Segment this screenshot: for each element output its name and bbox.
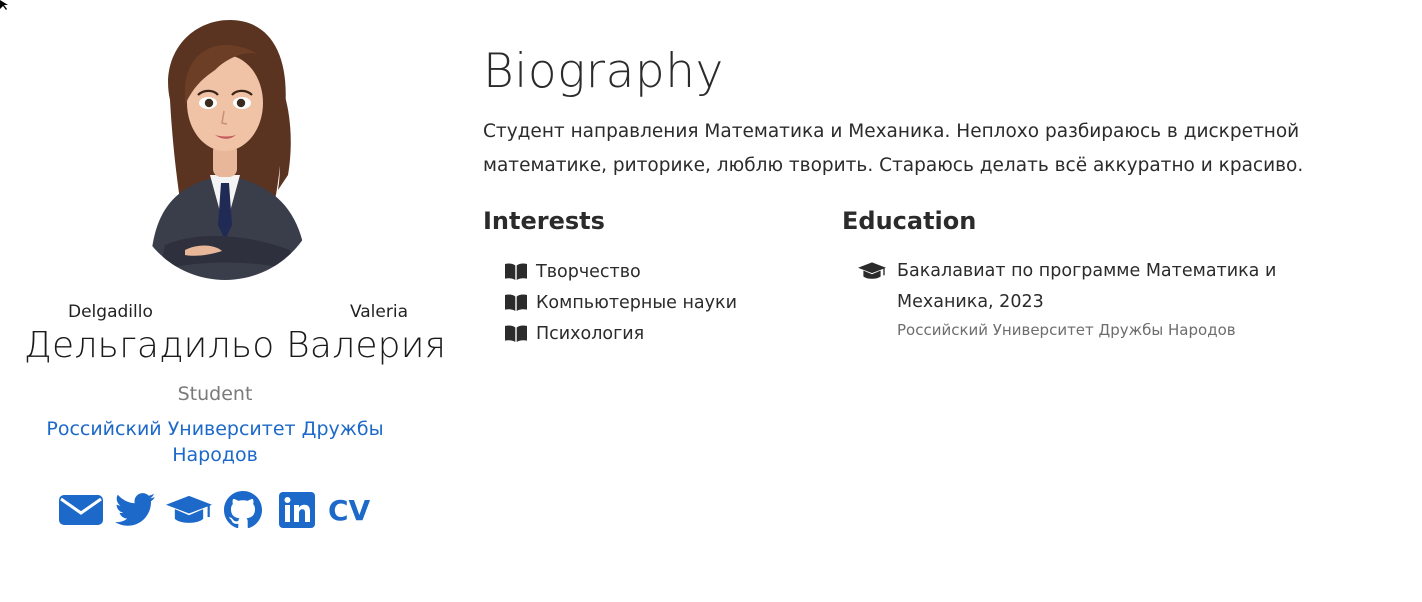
avatar (130, 15, 320, 280)
github-link[interactable] (220, 490, 266, 530)
scholar-link[interactable] (166, 490, 212, 530)
github-icon (224, 491, 262, 529)
name-parts: Delgadillo Valeria (68, 302, 408, 324)
book-icon (505, 263, 527, 281)
school-label: Российский Университет Дружбы Народов (897, 321, 1236, 339)
first-name: Valeria (349, 302, 408, 322)
education-title: Education (842, 207, 977, 235)
full-name: Дельгадильо Валерия (23, 325, 447, 366)
twitter-link[interactable] (112, 490, 158, 530)
interests-title: Interests (483, 207, 605, 235)
interest-label: Компьютерные науки (536, 292, 737, 313)
mouse-cursor-icon (0, 0, 8, 10)
list-item: Психология (505, 318, 737, 349)
cv-link[interactable]: CV (328, 490, 370, 530)
biography-text: Студент направления Математика и Механик… (483, 121, 1304, 176)
book-icon (505, 325, 527, 343)
interest-label: Творчество (536, 261, 641, 282)
graduation-cap-icon (166, 495, 212, 523)
list-item: Компьютерные науки (505, 287, 737, 318)
role-label: Student (177, 383, 253, 405)
graduation-cap-icon (858, 261, 888, 283)
book-icon (505, 294, 527, 312)
twitter-icon (115, 493, 155, 526)
envelope-icon (59, 495, 103, 525)
last-name: Delgadillo (68, 302, 153, 322)
interests-list: Творчество Компьютерные науки Психология (505, 256, 737, 349)
organization-link[interactable]: Российский Университет Дружбы Народов (20, 416, 410, 468)
social-links: CV (58, 490, 370, 530)
interest-label: Психология (536, 323, 645, 344)
biography-title: Biography (483, 44, 724, 99)
email-link[interactable] (58, 490, 104, 530)
list-item: Творчество (505, 256, 737, 287)
linkedin-icon (279, 492, 315, 528)
degree-label: Бакалавиат по программе Математика и Мех… (897, 261, 1277, 312)
linkedin-link[interactable] (274, 490, 320, 530)
